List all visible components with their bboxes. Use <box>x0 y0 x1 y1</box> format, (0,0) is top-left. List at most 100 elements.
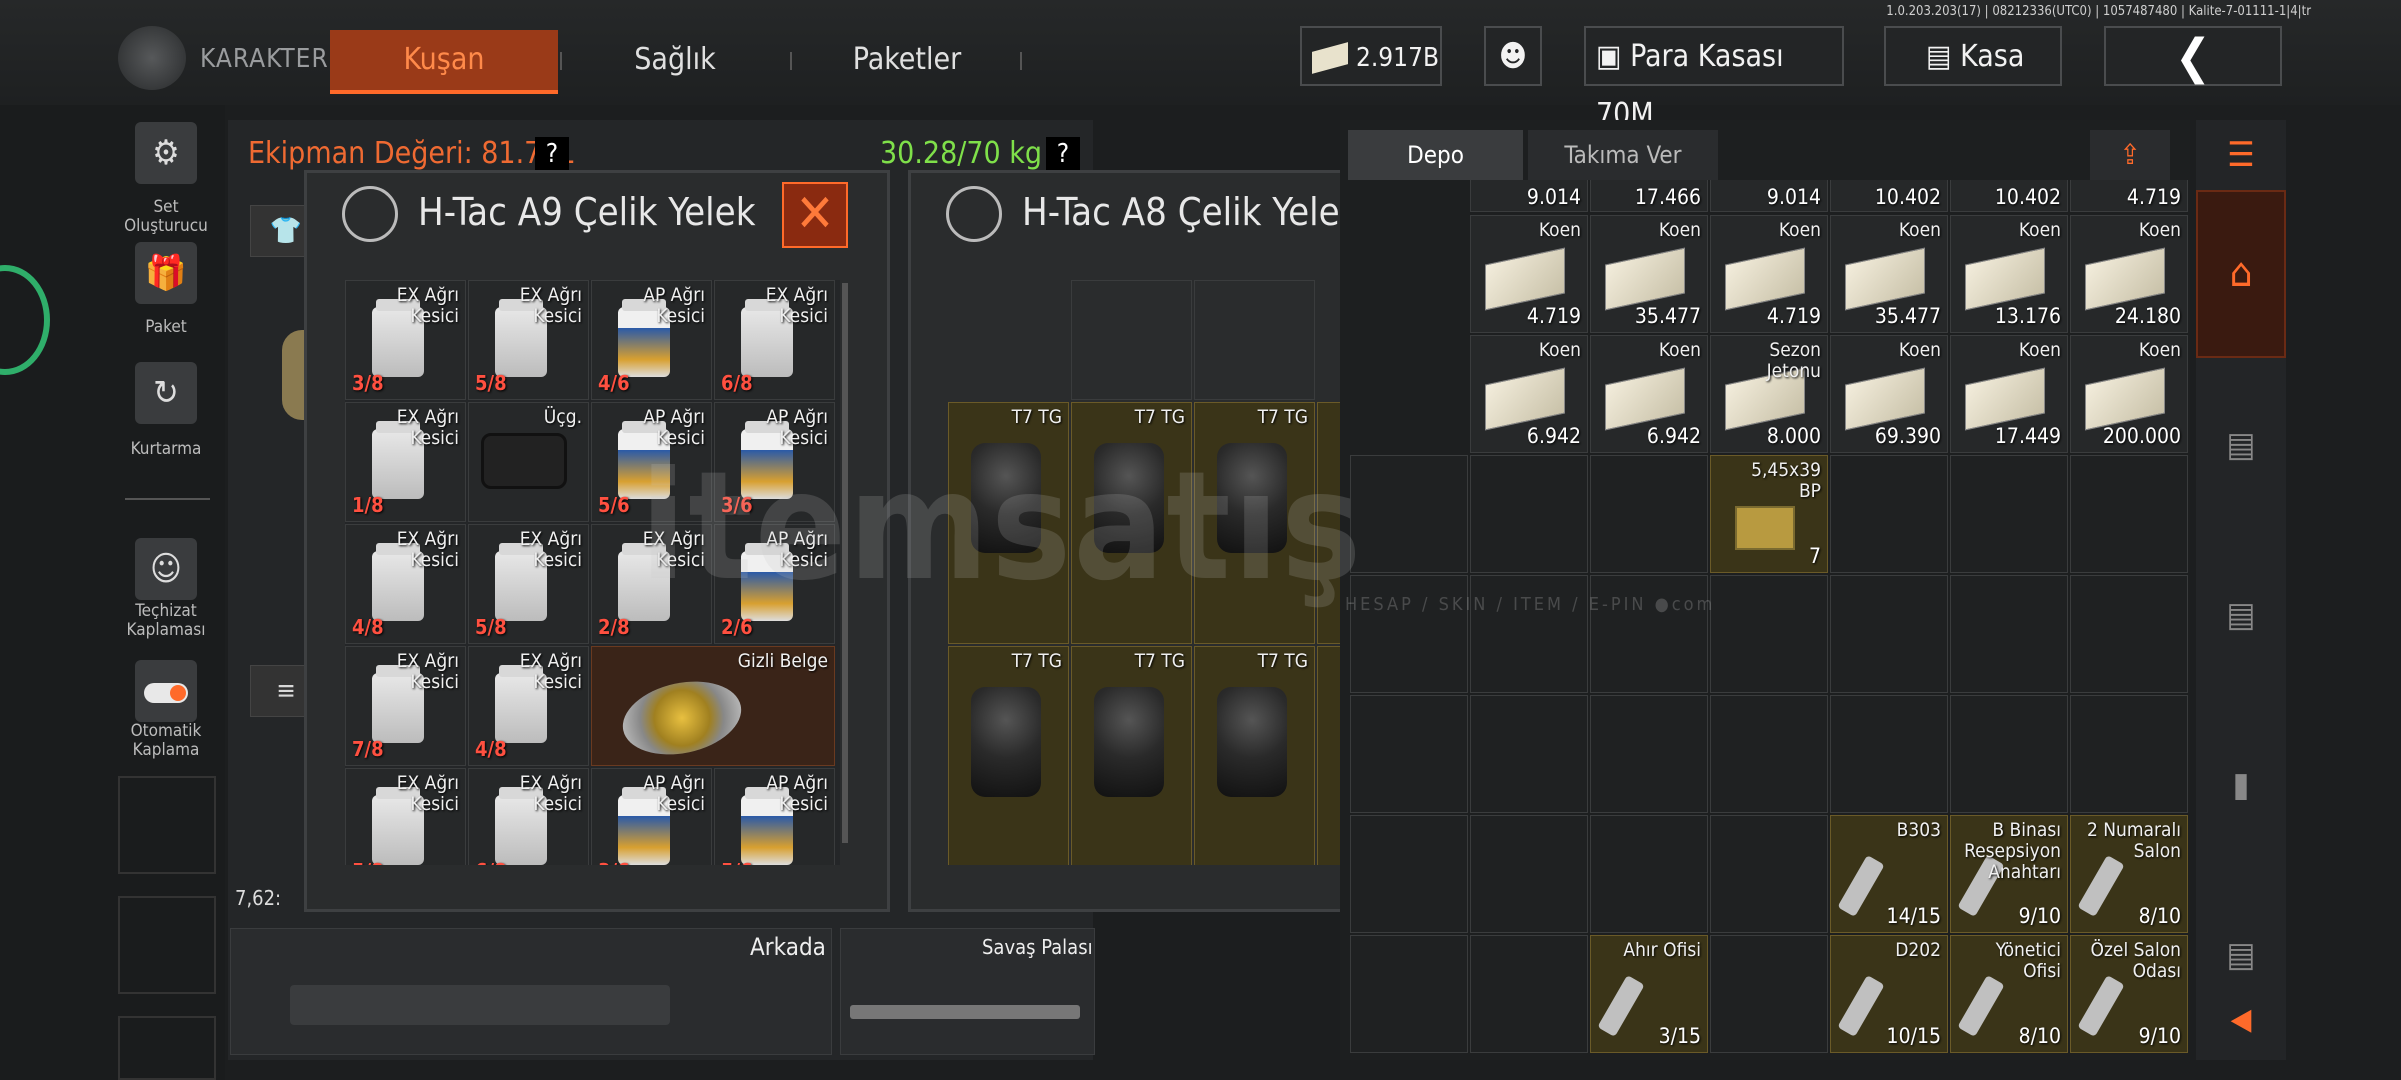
storage-icon[interactable]: ▤ <box>2206 410 2276 480</box>
cash-slot[interactable]: Koen 24.180 <box>2070 215 2188 333</box>
cash-slot[interactable]: Koen 69.390 <box>1830 335 1948 453</box>
help-icon[interactable]: ? <box>535 137 569 171</box>
inventory-slot[interactable]: AP Ağrı Kesici 5/6 <box>714 768 835 865</box>
inventory-slot[interactable]: EX Ağrı Kesici 6/8 <box>714 280 835 400</box>
cash-slot[interactable]: Koen 4.719 <box>1710 215 1828 333</box>
key-slot[interactable]: D202 10/15 <box>1830 935 1948 1053</box>
key-slot[interactable]: 2 Numaralı Salon 8/10 <box>2070 815 2188 933</box>
empty-slot[interactable] <box>1590 695 1708 813</box>
empty-slot[interactable] <box>1350 575 1468 693</box>
empty-slot[interactable] <box>1950 455 2068 573</box>
empty-slot[interactable] <box>2070 455 2188 573</box>
tab-paketler[interactable]: Paketler <box>812 30 1002 90</box>
inventory-slot[interactable]: EX Ağrı Kesici 5/8 <box>345 768 466 865</box>
storage-icon[interactable]: ▤ <box>2206 580 2276 650</box>
empty-slot[interactable] <box>1710 695 1828 813</box>
empty-slot[interactable] <box>2070 695 2188 813</box>
cash-slot[interactable]: 4.719 <box>2070 180 2188 212</box>
key-slot[interactable]: B303 14/15 <box>1830 815 1948 933</box>
ammo-icon[interactable]: ▮ <box>2206 750 2276 820</box>
empty-slot[interactable] <box>118 1016 216 1080</box>
empty-slot[interactable] <box>1350 935 1468 1053</box>
empty-slot[interactable] <box>1590 575 1708 693</box>
secret-document-slot[interactable]: Gizli Belge <box>591 646 835 766</box>
empty-slot[interactable] <box>1470 695 1588 813</box>
inventory-slot[interactable]: AP Ağrı Kesici 4/6 <box>591 280 712 400</box>
sort-icon[interactable]: ⇪ <box>2090 130 2170 180</box>
cash-slot[interactable]: 10.402 <box>1950 180 2068 212</box>
cash-slot[interactable]: Koen 6.942 <box>1590 335 1708 453</box>
tab-kusan[interactable]: Kuşan <box>330 30 558 94</box>
close-a9-button[interactable]: ✕ <box>782 182 848 248</box>
empty-slot[interactable] <box>2070 575 2188 693</box>
inventory-slot[interactable]: Üçg. <box>468 402 589 522</box>
cash-slot[interactable]: 17.466 <box>1590 180 1708 212</box>
cash-slot[interactable]: Koen 4.719 <box>1470 215 1588 333</box>
kasa-button[interactable]: ▤ Kasa <box>1884 26 2062 86</box>
empty-slot[interactable] <box>1950 695 2068 813</box>
empty-slot[interactable] <box>1590 455 1708 573</box>
key-slot[interactable]: Ahır Ofisi 3/15 <box>1590 935 1708 1053</box>
empty-slot[interactable] <box>1830 695 1948 813</box>
tab-depo[interactable]: Depo <box>1348 130 1523 180</box>
empty-slot[interactable] <box>1830 575 1948 693</box>
inventory-slot[interactable]: EX Ağrı Kesici 1/8 <box>345 402 466 522</box>
operator-icon[interactable]: ☻ <box>1484 26 1542 86</box>
empty-slot[interactable] <box>1194 280 1315 400</box>
back-button[interactable]: ❮ <box>2104 26 2282 86</box>
para-kasasi-button[interactable]: ▣ Para Kasası 70M <box>1584 26 1844 132</box>
empty-slot[interactable] <box>118 896 216 994</box>
set-builder-icon[interactable]: ⚙ <box>135 122 197 184</box>
tab-saglik[interactable]: Sağlık <box>580 30 770 90</box>
help-icon[interactable]: ? <box>1046 137 1080 171</box>
cash-slot[interactable]: Koen 200.000 <box>2070 335 2188 453</box>
inventory-slot[interactable]: EX Ağrı Kesici 6/8 <box>468 768 589 865</box>
recovery-icon[interactable]: ↻ <box>135 362 197 424</box>
inventory-slot[interactable]: EX Ağrı Kesici 4/8 <box>468 646 589 766</box>
cash-slot[interactable]: Koen 17.449 <box>1950 335 2068 453</box>
empty-slot[interactable] <box>118 776 216 874</box>
empty-slot[interactable] <box>1470 815 1588 933</box>
inventory-slot[interactable]: EX Ağrı Kesici 4/8 <box>345 524 466 644</box>
inventory-slot[interactable]: EX Ağrı Kesici 3/8 <box>345 280 466 400</box>
cash-slot[interactable]: 10.402 <box>1830 180 1948 212</box>
storage-icon[interactable]: ▤ <box>2206 920 2276 990</box>
cash-slot[interactable]: 9.014 <box>1470 180 1588 212</box>
auto-skin-toggle[interactable] <box>135 660 197 722</box>
inventory-slot[interactable]: EX Ağrı Kesici 5/8 <box>468 524 589 644</box>
key-slot[interactable]: Özel Salon Odası 9/10 <box>2070 935 2188 1053</box>
currency-display[interactable]: 2.917B <box>1300 26 1442 86</box>
empty-slot[interactable] <box>1470 935 1588 1053</box>
empty-slot[interactable] <box>1710 815 1828 933</box>
cash-slot[interactable]: Koen 13.176 <box>1950 215 2068 333</box>
key-slot[interactable]: B Binası Resepsiyon Anahtarı 9/10 <box>1950 815 2068 933</box>
gear-skin-icon[interactable]: ☺ <box>135 538 197 600</box>
empty-slot[interactable] <box>1590 815 1708 933</box>
filter-icon[interactable]: ☰ <box>2206 120 2276 190</box>
inventory-slot[interactable]: EX Ağrı Kesici 5/8 <box>468 280 589 400</box>
thermal-scope-slot[interactable]: T7 TG <box>1194 646 1315 865</box>
empty-slot[interactable] <box>1950 575 2068 693</box>
empty-slot[interactable] <box>1470 455 1588 573</box>
empty-slot[interactable] <box>1470 575 1588 693</box>
empty-slot[interactable] <box>1710 935 1828 1053</box>
cash-slot[interactable]: Sezon Jetonu 8.000 <box>1710 335 1828 453</box>
key-slot[interactable]: Yönetici Ofisi 8/10 <box>1950 935 2068 1053</box>
empty-slot[interactable] <box>1710 575 1828 693</box>
empty-slot[interactable] <box>1350 455 1468 573</box>
thermal-scope-slot[interactable]: T7 TG <box>948 646 1069 865</box>
collapse-arrow-icon[interactable]: ◀ <box>2206 985 2276 1055</box>
cash-slot[interactable]: Koen 6.942 <box>1470 335 1588 453</box>
cash-slot[interactable]: Koen 35.477 <box>1590 215 1708 333</box>
inventory-slot[interactable]: AP Ağrı Kesici 3/6 <box>591 768 712 865</box>
tab-takima-ver[interactable]: Takıma Ver <box>1528 130 1718 180</box>
empty-slot[interactable] <box>1350 695 1468 813</box>
gift-icon[interactable]: 🎁 <box>135 242 197 304</box>
ammo-box-slot[interactable]: 5,45x39 BP 7 <box>1710 455 1828 573</box>
cash-slot[interactable]: Koen 35.477 <box>1830 215 1948 333</box>
inventory-slot[interactable]: EX Ağrı Kesici 7/8 <box>345 646 466 766</box>
cash-slot[interactable]: 9.014 <box>1710 180 1828 212</box>
empty-slot[interactable] <box>1830 455 1948 573</box>
empty-slot[interactable] <box>1350 815 1468 933</box>
thermal-scope-slot[interactable]: T7 TG <box>1071 646 1192 865</box>
